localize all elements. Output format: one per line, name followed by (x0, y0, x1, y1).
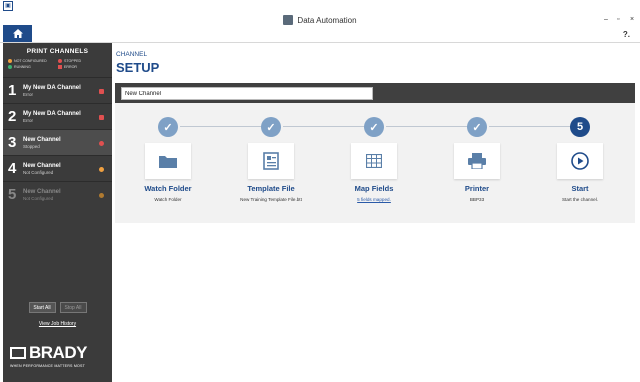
step-connector (489, 126, 579, 127)
channel-status: Stopped (23, 143, 40, 149)
channel-label: CHANNEL (116, 51, 148, 58)
step-subtitle: Watch Folder (154, 197, 182, 202)
home-button[interactable] (3, 25, 32, 42)
print-channels-sidebar: PRINT CHANNELS NOT CONFIGURED STOPPED RU… (3, 43, 116, 382)
channel-number: 1 (8, 82, 17, 99)
channel-status: Not Configured (23, 195, 54, 201)
channel-name: New Channel (23, 136, 61, 143)
running-dot-icon (8, 65, 12, 69)
channel-name: New Channel (23, 162, 61, 169)
channel-item-1[interactable]: 1 My New DA Channel Error (3, 77, 112, 103)
channel-name-input[interactable] (121, 87, 373, 100)
watch-folder-step-button[interactable] (145, 143, 191, 179)
channel-status: Error (23, 91, 33, 97)
legend-stopped: STOPPED (58, 59, 108, 63)
grid-icon (366, 154, 382, 168)
error-status-icon (99, 115, 104, 120)
channel-item-3[interactable]: 3 New Channel Stopped (3, 129, 116, 155)
printer-icon (468, 153, 486, 169)
step-subtitle: New Training Template File.btt (240, 197, 302, 202)
channel-number: 2 (8, 108, 17, 125)
brady-logo-mark-icon (10, 347, 26, 359)
legend-running: RUNNING (8, 65, 58, 69)
step-title: Map Fields (354, 184, 394, 193)
printer-step-button[interactable] (454, 143, 500, 179)
step-4-complete-check-icon: ✓ (467, 117, 487, 137)
stopped-status-icon (99, 141, 104, 146)
channel-status: Error (23, 117, 33, 123)
page-title: SETUP (116, 60, 160, 75)
error-status-icon (99, 89, 104, 94)
title-bar: ▣ Data Automation ‒ ▫ × ?. (0, 0, 640, 42)
view-job-history-link[interactable]: View Job History (3, 321, 112, 327)
folder-icon (159, 156, 177, 168)
channel-item-5[interactable]: 5 New Channel Not Configured (3, 181, 112, 207)
channel-item-4[interactable]: 4 New Channel Not Configured (3, 155, 112, 181)
channel-name: New Channel (23, 188, 61, 195)
channel-number: 3 (8, 134, 17, 151)
brady-logo: BRADY WHEN PERFORMANCE MATTERS MOST (10, 343, 87, 368)
channel-name-bar (115, 83, 635, 103)
stopped-dot-icon (58, 59, 62, 63)
data-automation-icon (283, 15, 294, 25)
legend-error: ERROR (58, 65, 108, 69)
step-subtitle: Start the channel. (561, 197, 598, 202)
minimize-button[interactable]: ‒ (604, 16, 608, 23)
channel-item-2[interactable]: 2 My New DA Channel Error (3, 103, 112, 129)
stop-all-button[interactable]: Stop All (59, 302, 87, 313)
app-icon: ▣ (3, 1, 13, 11)
step-3-complete-check-icon: ✓ (364, 117, 384, 137)
logo-text: BRADY (29, 343, 87, 362)
step-subtitle: BBP33 (469, 197, 485, 202)
not-configured-dot-icon (8, 59, 12, 63)
step-title: Start (571, 184, 589, 193)
error-x-icon (58, 65, 62, 69)
maximize-button[interactable]: ▫ (617, 16, 619, 23)
legend-not-configured: NOT CONFIGURED (8, 59, 58, 63)
step-5-number-icon: 5 (570, 117, 590, 137)
sidebar-title: PRINT CHANNELS (26, 48, 89, 55)
step-title: Watch Folder (144, 184, 192, 193)
logo-tagline: WHEN PERFORMANCE MATTERS MOST (10, 364, 86, 368)
channel-number: 4 (8, 160, 17, 177)
not-configured-status-icon (99, 167, 104, 172)
start-step-button[interactable] (557, 143, 603, 179)
channel-name: My New DA Channel (23, 84, 81, 91)
step-title: Printer (464, 184, 490, 193)
map-fields-step-button[interactable] (351, 143, 397, 179)
channel-name: My New DA Channel (23, 110, 81, 117)
main-panel: CHANNEL SETUP ✓ Watch Folder Watch Folde… (112, 43, 640, 382)
home-icon (12, 29, 23, 38)
window-title: Data Automation (297, 15, 357, 25)
channel-status: Not Configured (23, 169, 54, 175)
start-all-button[interactable]: Start All (28, 302, 56, 313)
fields-mapped-link[interactable]: 5 fields mapped. (329, 197, 419, 203)
step-title: Template File (247, 184, 295, 193)
not-configured-status-icon (99, 193, 104, 198)
help-button[interactable]: ?. (623, 30, 630, 39)
channel-number: 5 (8, 186, 17, 203)
template-file-step-button[interactable] (248, 143, 294, 179)
step-1-complete-check-icon: ✓ (158, 117, 178, 137)
template-file-icon (263, 152, 279, 170)
close-button[interactable]: × (630, 16, 634, 23)
step-2-complete-check-icon: ✓ (261, 117, 281, 137)
status-legend: NOT CONFIGURED STOPPED RUNNING ERROR (3, 59, 112, 69)
play-icon (571, 152, 589, 170)
